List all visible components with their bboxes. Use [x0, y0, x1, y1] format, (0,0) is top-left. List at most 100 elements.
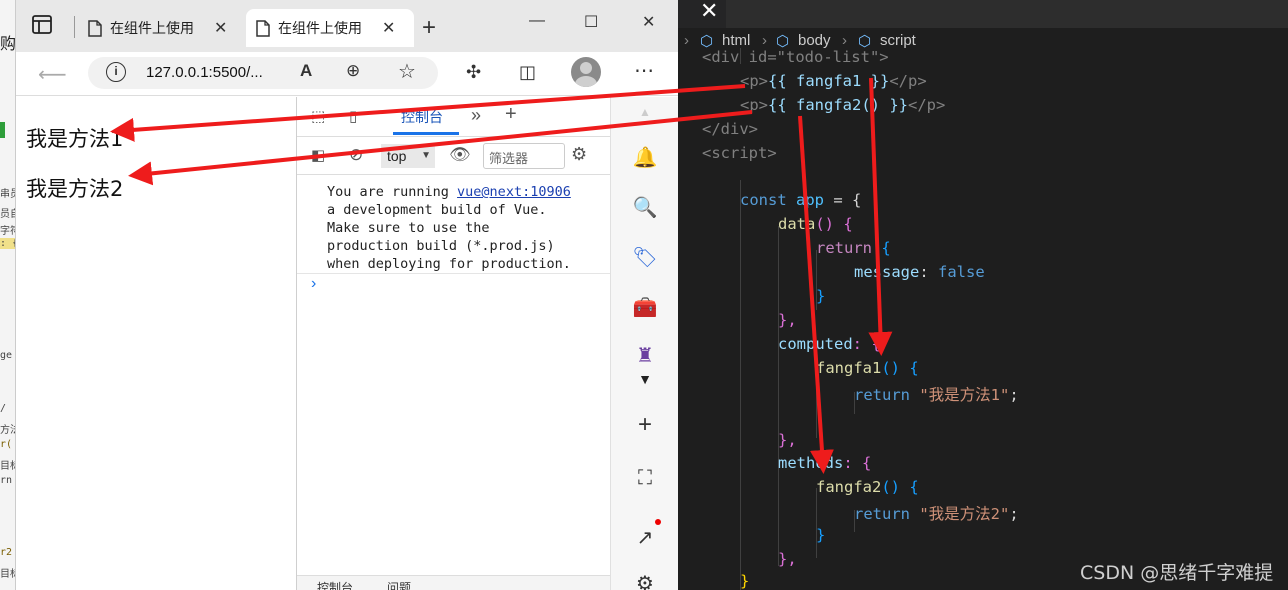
maximize-button[interactable]: ☐: [584, 12, 598, 32]
code-token: }: [816, 287, 826, 305]
divider: [297, 273, 611, 274]
site-info-icon[interactable]: i: [106, 62, 126, 82]
scroll-up-icon[interactable]: ▲: [611, 105, 679, 119]
code-token: app: [796, 191, 825, 209]
sliver-text: 目标: [0, 461, 15, 472]
code-line: const app = {: [740, 191, 861, 215]
more-menu-icon[interactable]: ⋯: [634, 58, 654, 83]
watermark: CSDN @思绪千字难提: [1080, 562, 1274, 584]
breadcrumb-item[interactable]: script: [880, 32, 916, 49]
code-token: () {: [881, 478, 919, 496]
url-field[interactable]: i 127.0.0.1:5500/... A ⊕ ☆: [88, 57, 438, 89]
code-token: computed: [778, 335, 853, 353]
code-token: ;: [1009, 505, 1019, 523]
tab-close-button[interactable]: ✕: [214, 18, 227, 38]
code-line: },: [778, 311, 797, 335]
message-text: You are running: [327, 184, 458, 200]
live-expression-eye-icon[interactable]: 👁: [449, 145, 471, 165]
more-tabs-chevron-icon[interactable]: »: [471, 105, 481, 126]
sidebar-settings-icon[interactable]: ⚙: [611, 571, 679, 590]
split-screen-icon[interactable]: ◫: [519, 62, 536, 83]
minimize-button[interactable]: —: [529, 12, 545, 30]
code-line: }: [816, 526, 825, 550]
sliver-text: 串员: [0, 189, 15, 200]
open-external-icon[interactable]: ↗: [611, 525, 679, 550]
code-line: },: [778, 431, 797, 455]
sliver-text: /: [0, 403, 7, 414]
drawer-tab-strip: 控制台 问题: [297, 575, 611, 590]
code-token: },: [778, 431, 797, 449]
add-sidebar-app-icon[interactable]: +: [611, 411, 679, 439]
add-tab-icon[interactable]: +: [505, 103, 517, 126]
tab-title: 在组件上使用: [278, 20, 362, 36]
code-line: </div>: [702, 120, 758, 144]
window-close-button[interactable]: ✕: [642, 12, 655, 32]
code-token: return: [854, 505, 910, 523]
tab-title: 在组件上使用: [110, 20, 194, 36]
drawer-tab-console[interactable]: 控制台: [317, 579, 353, 590]
code-line: return "我是方法2";: [854, 502, 1019, 526]
screenshot-icon[interactable]: ⛶: [611, 467, 679, 490]
breadcrumb-item[interactable]: body: [798, 32, 831, 49]
tools-icon[interactable]: 🧰: [611, 295, 679, 320]
close-icon[interactable]: ✕: [700, 0, 718, 24]
tab-divider: [74, 16, 75, 38]
code-token: },: [778, 311, 797, 329]
code-token: fangfa1: [816, 359, 882, 377]
code-token: "我是方法1": [919, 386, 1010, 404]
breadcrumb-item[interactable]: html: [722, 32, 750, 49]
scroll-down-icon[interactable]: ▼: [611, 371, 679, 387]
page-text-line: 我是方法2: [26, 177, 124, 201]
code-token: methods: [778, 454, 844, 472]
console-prompt[interactable]: ›: [311, 275, 316, 293]
favorite-star-icon[interactable]: ☆: [398, 59, 416, 84]
source-link[interactable]: vue@next:10906: [457, 184, 571, 200]
sliver-text: 购: [0, 34, 16, 53]
tab-bar: 在组件上使用 ✕ 在组件上使用 ✕ + — ☐ ✕: [16, 0, 678, 52]
console-toolbar: ◧ ⊘ top ▼ 👁 筛选器 ⚙: [297, 137, 611, 175]
console-filter-input[interactable]: 筛选器: [483, 143, 565, 169]
code-line: return {: [816, 239, 891, 263]
sidebar-toggle-icon[interactable]: ◧: [311, 146, 325, 164]
code-token: {: [872, 239, 891, 257]
new-tab-button[interactable]: +: [422, 14, 436, 42]
inspect-element-icon[interactable]: ⬚: [311, 107, 325, 125]
tab-close-button[interactable]: ✕: [382, 18, 395, 38]
tab-actions-button[interactable]: [30, 14, 58, 40]
code-token: false: [938, 263, 985, 281]
code-token: <p>: [740, 96, 768, 114]
code-token: <p>: [740, 72, 768, 90]
background-window-sliver: 购 串员 员自 字符 : { ge / 方法 r( 目标 rn r2 目标: [0, 0, 16, 590]
clear-console-icon[interactable]: ⊘: [349, 145, 363, 165]
url-text: 127.0.0.1:5500/...: [146, 64, 263, 81]
code-token: </p>: [907, 96, 946, 114]
browser-tab[interactable]: 在组件上使用 ✕: [78, 9, 240, 47]
shopping-tag-icon[interactable]: 🏷: [611, 245, 679, 270]
sliver-text: r2: [0, 547, 13, 558]
bell-icon[interactable]: 🔔: [611, 145, 679, 170]
editor-tab-strip: [726, 0, 1288, 28]
code-token: = {: [824, 191, 862, 209]
code-token: {{ fangfa1 }}: [768, 72, 890, 90]
profile-avatar[interactable]: [571, 57, 601, 87]
read-aloud-icon[interactable]: A: [300, 61, 312, 81]
sliver-text: 目标: [0, 569, 15, 580]
code-token: }: [740, 572, 750, 590]
device-emulation-icon[interactable]: ▯: [349, 107, 357, 125]
tab-console[interactable]: 控制台: [401, 107, 443, 127]
back-arrow-icon[interactable]: ⟵: [38, 62, 67, 87]
page-icon: [88, 19, 102, 37]
code-line: message: false: [854, 263, 985, 287]
code-token: message: [854, 263, 920, 281]
browser-tab-active[interactable]: 在组件上使用 ✕: [246, 9, 414, 47]
search-icon[interactable]: 🔍: [611, 195, 679, 220]
extensions-icon[interactable]: ✣: [466, 62, 481, 83]
sliver-text: ge: [0, 350, 13, 361]
zoom-icon[interactable]: ⊕: [346, 61, 360, 81]
settings-gear-icon[interactable]: ⚙: [571, 144, 587, 165]
indent-guide: [778, 226, 779, 566]
code-token: "我是方法2": [919, 505, 1010, 523]
drawer-tab-issues[interactable]: 问题: [387, 579, 411, 590]
games-icon[interactable]: ♜: [611, 343, 679, 368]
context-select[interactable]: top ▼: [381, 144, 435, 168]
